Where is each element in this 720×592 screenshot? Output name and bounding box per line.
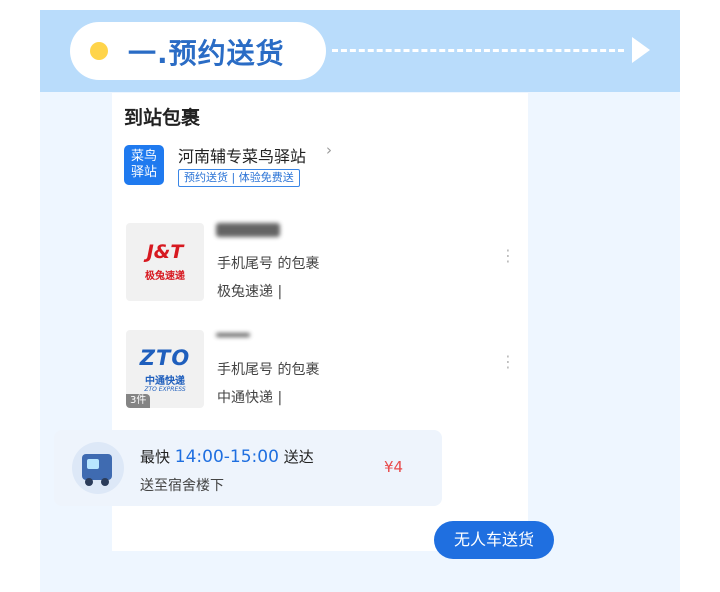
jt-logo-mark: J&T (146, 241, 184, 263)
arrow-right-icon (632, 37, 650, 63)
station-tag: 预约送货 | 体验免费送 (178, 169, 300, 187)
station-logo-text: 菜鸟 驿站 (130, 149, 157, 180)
delivery-robot-icon (72, 442, 124, 494)
zto-logo-cn: 中通快递 (145, 376, 185, 387)
courier-logo-zto: ZTO 中通快递 ZTO EXPRESS 3件 (126, 330, 204, 408)
dashed-divider (332, 49, 624, 52)
package-count-badge: 3件 (126, 394, 151, 408)
jt-logo-cn: 极兔速递 (145, 271, 185, 282)
delivery-price: ¥4 (384, 458, 404, 476)
section-title-pill: 一.预约送货 (70, 22, 326, 80)
package-phone-line: 手机尾号 的包裹 (217, 362, 320, 378)
zto-logo-mark: ZTO (139, 346, 191, 370)
delivery-prefix: 最快 (140, 448, 171, 466)
redacted-text (216, 333, 250, 337)
delivery-time: 14:00-15:00 (174, 447, 279, 467)
delivery-suffix: 送达 (283, 448, 314, 466)
package-phone-line: 手机尾号 的包裹 (217, 256, 320, 272)
courier-logo-jt: J&T 极兔速递 (126, 223, 204, 301)
chevron-right-icon[interactable]: › (326, 141, 332, 159)
package-courier-line: 中通快递 | (217, 390, 283, 406)
more-vertical-icon[interactable]: ⋮ (500, 248, 516, 264)
robot-delivery-button[interactable]: 无人车送货 (434, 521, 554, 559)
delivery-time-line: 最快 14:00-15:00 送达 (140, 446, 314, 467)
section-title: 一.预约送货 (128, 37, 285, 70)
bullet-dot-icon (90, 42, 108, 60)
redacted-text (216, 223, 280, 237)
station-name[interactable]: 河南辅专菜鸟驿站 (178, 143, 306, 167)
more-vertical-icon[interactable]: ⋮ (500, 354, 516, 370)
card-title: 到站包裹 (124, 107, 201, 129)
zto-logo-en: ZTO EXPRESS (144, 386, 186, 393)
section-banner: 一.预约送货 (40, 10, 680, 92)
station-logo-icon: 菜鸟 驿站 (124, 145, 164, 185)
package-courier-line: 极兔速递 | (217, 284, 283, 300)
delivery-option[interactable]: 最快 14:00-15:00 送达 送至宿舍楼下 ¥4 (54, 430, 442, 506)
delivery-destination: 送至宿舍楼下 (140, 478, 224, 494)
